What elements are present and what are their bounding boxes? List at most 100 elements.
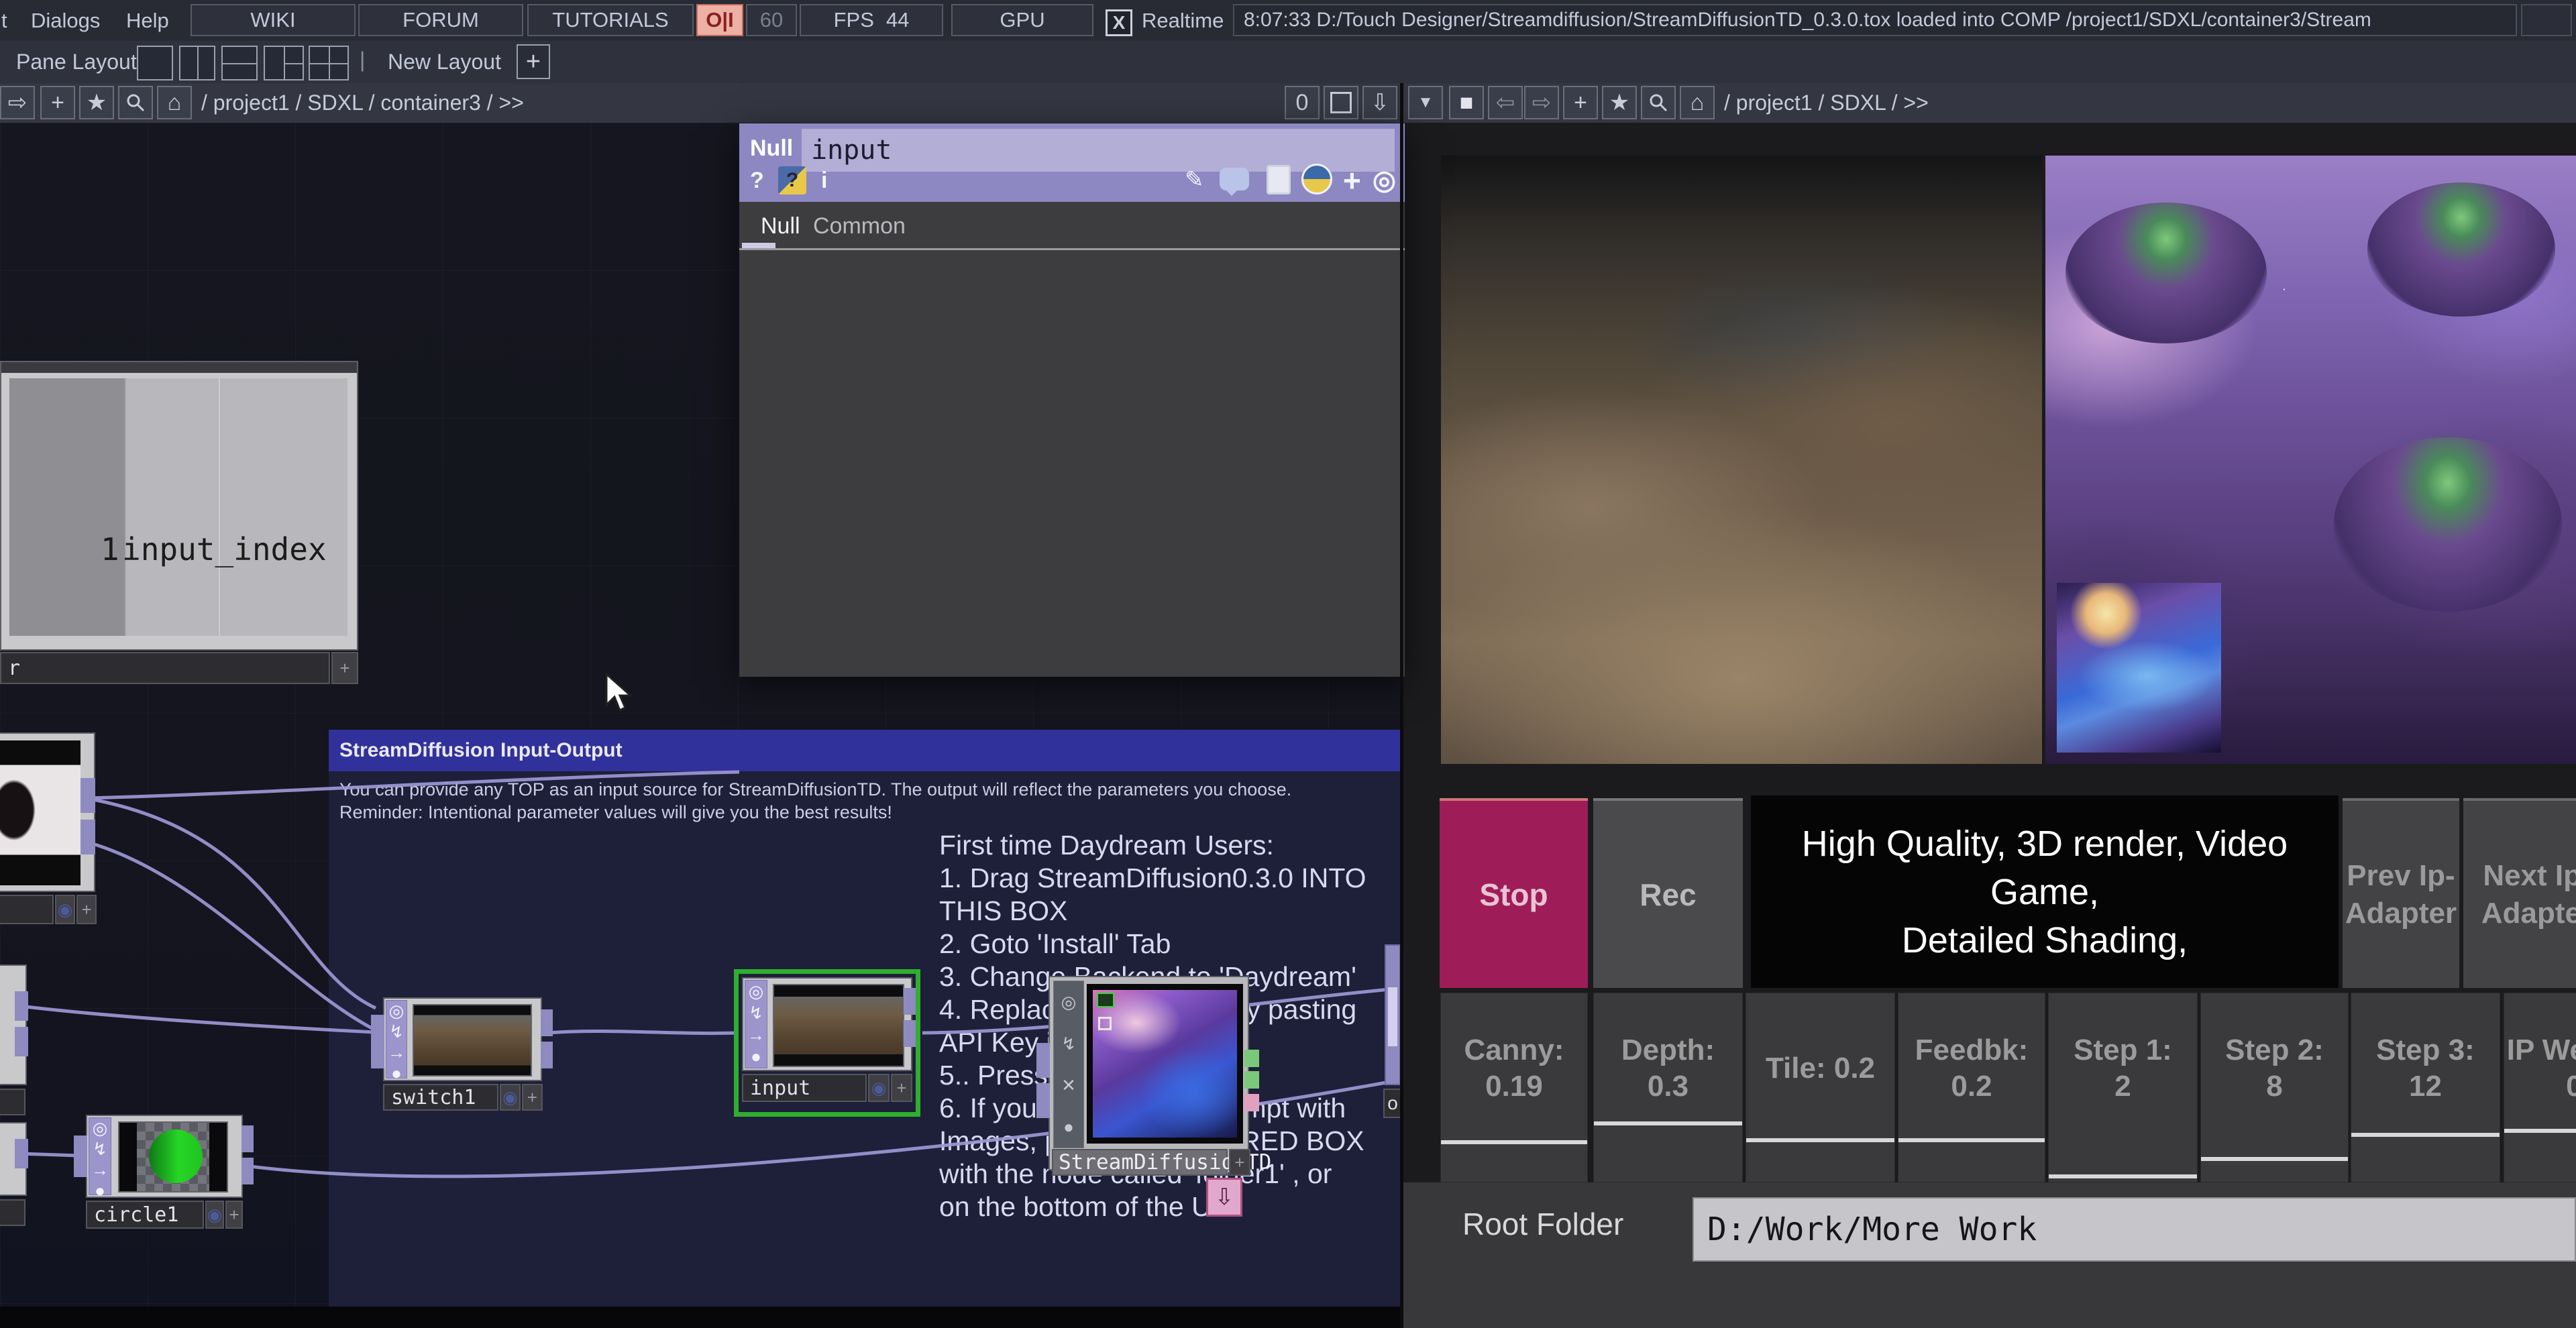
viewer-flag-icon[interactable]: ◎: [389, 1001, 405, 1021]
viewer-flag-icon[interactable]: ◎: [1061, 992, 1077, 1013]
edge-node-fragment[interactable]: [0, 964, 27, 1085]
sd-input-connector[interactable]: [1036, 1043, 1050, 1078]
table-dat-node[interactable]: 1 input_index: [0, 361, 358, 651]
input-output-connector[interactable]: [904, 988, 916, 1015]
menu-help[interactable]: Help: [126, 9, 169, 33]
realtime-checkbox[interactable]: X: [1106, 9, 1132, 36]
switch1-comment-button[interactable]: ◉: [500, 1084, 521, 1111]
cook-flag-icon[interactable]: ●: [1063, 1117, 1074, 1138]
circle1-node[interactable]: ◎ ↯ → ●: [86, 1115, 243, 1198]
tab-null[interactable]: Null: [761, 213, 800, 239]
input-comment-button[interactable]: ◉: [868, 1074, 890, 1102]
close-icon[interactable]: ✕: [1061, 1075, 1076, 1096]
streamdiffusiontd-node[interactable]: ◎ ↯ ✕ ●: [1049, 976, 1249, 1170]
edit-comment-icon[interactable]: ✎: [1185, 166, 1204, 193]
layout-single-icon[interactable]: [137, 46, 173, 80]
help-icon[interactable]: ?: [750, 168, 764, 194]
export-flag-icon[interactable]: →: [747, 1025, 765, 1046]
switch1-flag-strip[interactable]: ◎ ↯ → ●: [386, 1000, 407, 1078]
step3-slider[interactable]: Step 3:12: [2351, 993, 2500, 1182]
cook-flag-icon[interactable]: ●: [751, 1046, 761, 1067]
right-breadcrumb[interactable]: / project1 / SDXL / >>: [1724, 91, 1929, 115]
left-breadcrumb[interactable]: / project1 / SDXL / container3 / >>: [201, 91, 524, 115]
input-expand-button[interactable]: +: [891, 1074, 912, 1102]
wiki-button[interactable]: WIKI: [191, 4, 356, 36]
switch1-name-bar[interactable]: switch1: [383, 1084, 498, 1111]
io-monitor-badge[interactable]: O|I: [696, 4, 743, 36]
add-operator-icon[interactable]: +: [40, 86, 75, 119]
maximize-pane-icon[interactable]: [1324, 86, 1358, 119]
sd-output-connector[interactable]: [1244, 1094, 1259, 1111]
edge-node-name-bar[interactable]: [0, 1199, 25, 1226]
sd-output-connector[interactable]: [1244, 1071, 1259, 1089]
pane-divider[interactable]: [1400, 83, 1403, 1328]
viewer-flag-icon[interactable]: ◎: [93, 1118, 108, 1139]
edge-output-connector-bar[interactable]: [1385, 944, 1400, 1085]
edge-node-output-connector[interactable]: [15, 1027, 28, 1056]
copy-parameters-icon[interactable]: [1267, 165, 1291, 195]
stop-square-icon[interactable]: ■: [1449, 86, 1484, 119]
stop-button[interactable]: Stop: [1440, 798, 1588, 988]
input-output-connector[interactable]: [904, 1020, 916, 1047]
root-folder-field[interactable]: [1693, 1197, 2576, 1262]
forward-arrow-icon[interactable]: ⇨: [1524, 86, 1559, 119]
collapse-pane-icon[interactable]: ⇩: [1362, 86, 1397, 119]
circle1-name-bar[interactable]: circle1: [86, 1201, 204, 1229]
cook-flag-icon[interactable]: ●: [95, 1180, 105, 1201]
switch1-expand-button[interactable]: +: [522, 1084, 543, 1111]
edge-node-output-connector[interactable]: [15, 991, 28, 1021]
input-flag-strip[interactable]: ◎ ↯ → ●: [745, 980, 767, 1068]
layout-two-rows-icon[interactable]: [221, 46, 258, 80]
circle1-output-connector[interactable]: [241, 1158, 254, 1184]
bypass-flag-icon[interactable]: ↯: [1061, 1034, 1076, 1054]
python-icon[interactable]: [1301, 164, 1332, 195]
layout-three-pane-icon[interactable]: [264, 46, 304, 80]
input-node[interactable]: ◎ ↯ → ●: [742, 977, 912, 1071]
table-node-expand-button[interactable]: +: [331, 652, 358, 684]
bookmark-star-icon[interactable]: ★: [79, 86, 114, 119]
bypass-flag-icon[interactable]: ↯: [749, 1003, 763, 1023]
search-icon[interactable]: [1641, 86, 1676, 119]
layout-two-columns-icon[interactable]: [179, 46, 215, 80]
bullseye-icon[interactable]: ◎: [1373, 165, 1396, 196]
python-help-icon[interactable]: ?: [778, 166, 806, 195]
sd-output-connector[interactable]: [1244, 1050, 1259, 1067]
pane-menu-dropdown-icon[interactable]: ▼: [1408, 86, 1443, 119]
sd-download-box[interactable]: ⇩: [1206, 1178, 1242, 1217]
switch1-output-connector[interactable]: [541, 1042, 553, 1068]
new-layout-add-button[interactable]: +: [517, 44, 550, 79]
comment-bubble-icon[interactable]: [1220, 168, 1249, 190]
export-flag-icon[interactable]: →: [91, 1160, 109, 1180]
next-ipadapter-button[interactable]: Next Ip- Adapter: [2463, 798, 2576, 988]
forward-arrow-icon[interactable]: ⇨: [0, 86, 35, 119]
edge-node-name-bar[interactable]: [0, 1089, 25, 1115]
switch1-input-connector[interactable]: [371, 1015, 384, 1068]
switch1-node[interactable]: ◎ ↯ → ●: [383, 997, 542, 1081]
sd-name-bar[interactable]: StreamDiffusionTD: [1052, 1149, 1228, 1176]
sd-expand-button[interactable]: +: [1229, 1149, 1250, 1176]
step2-slider[interactable]: Step 2:8: [2200, 993, 2349, 1182]
switch1-output-connector[interactable]: [541, 1009, 553, 1036]
home-icon[interactable]: ⌂: [1680, 86, 1715, 119]
step1-slider[interactable]: Step 1:2: [2048, 993, 2198, 1182]
depth-slider[interactable]: Depth:0.3: [1593, 993, 1743, 1182]
circle1-flag-strip[interactable]: ◎ ↯ → ●: [89, 1117, 111, 1195]
new-layout-label[interactable]: New Layout: [388, 50, 501, 74]
layout-four-grid-icon[interactable]: [309, 46, 349, 80]
feedback-slider[interactable]: Feedbk:0.2: [1898, 993, 2045, 1182]
canny-slider[interactable]: Canny:0.19: [1440, 993, 1588, 1182]
circle1-expand-button[interactable]: +: [225, 1201, 243, 1229]
prev-ipadapter-button[interactable]: Prev Ip- Adapter: [2343, 798, 2459, 988]
menu-dialogs[interactable]: Dialogs: [31, 9, 100, 33]
rec-button[interactable]: Rec: [1593, 798, 1743, 988]
add-parameter-icon[interactable]: +: [1343, 162, 1361, 199]
info-icon[interactable]: i: [821, 168, 827, 194]
edge-node-output-connector[interactable]: [15, 1139, 28, 1168]
back-arrow-icon[interactable]: ⇦: [1488, 86, 1523, 119]
forum-button[interactable]: FORUM: [358, 4, 523, 36]
menu-fragment[interactable]: t: [1, 9, 7, 33]
ipweight-slider[interactable]: IP Weight:0.: [2504, 993, 2576, 1182]
tab-common[interactable]: Common: [813, 213, 906, 239]
bypass-flag-icon[interactable]: ↯: [93, 1139, 107, 1160]
home-icon[interactable]: ⌂: [157, 86, 192, 119]
